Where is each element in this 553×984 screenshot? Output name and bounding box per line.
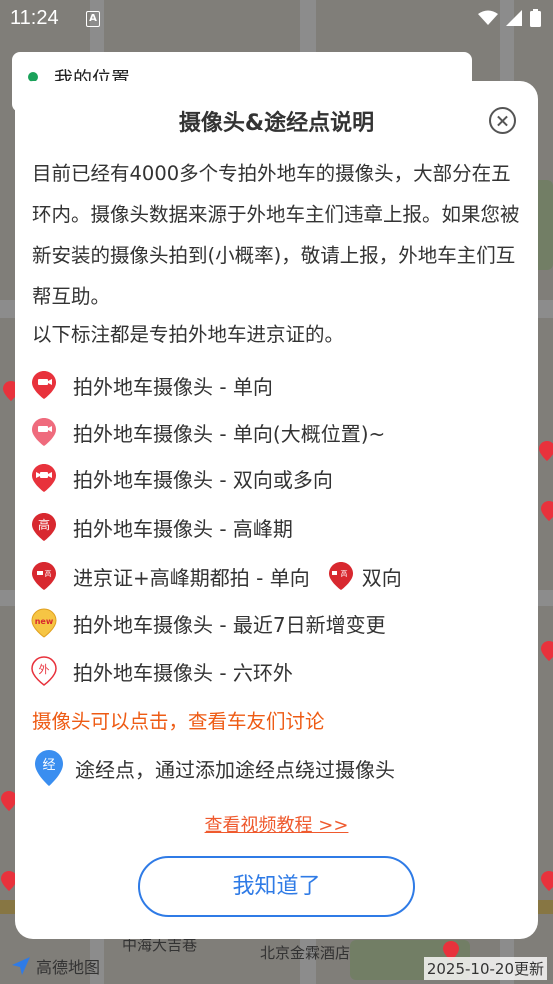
navigation-arrow-icon — [12, 957, 30, 975]
camera-info-dialog: 摄像头&途经点说明 目前已经有4000多个专拍外地车的摄像头，大部分在五环内。摄… — [15, 81, 538, 939]
legend-label: 拍外地车摄像头 - 单向(大概位置)~ — [73, 421, 386, 446]
status-bar: 11:24 A — [0, 0, 553, 38]
camera-clickable-note: 摄像头可以点击，查看车友们讨论 — [32, 710, 325, 733]
legend-label: 拍外地车摄像头 - 高峰期 — [73, 516, 293, 541]
map-logo-text: 高德地图 — [36, 958, 101, 977]
waypoint-pin-text: 经 — [42, 758, 55, 773]
battery-icon — [530, 9, 541, 27]
legend-item: 高 拍外地车摄像头 - 高峰期 — [31, 512, 293, 542]
legend-label: 拍外地车摄像头 - 最近7日新增变更 — [73, 612, 386, 637]
waypoint-pin-icon: 经 — [35, 750, 63, 786]
camera-pink-pin-icon — [32, 418, 56, 446]
legend-item: 拍外地车摄像头 - 单向 — [31, 370, 273, 400]
map-poi-label: 北京金霖酒店 — [260, 944, 351, 962]
legend-label: 拍外地车摄像头 - 双向或多向 — [73, 467, 333, 492]
legend-item: 外 拍外地车摄像头 - 六环外 — [31, 656, 293, 686]
waypoint-label: 途经点，通过添加途经点绕过摄像头 — [75, 757, 395, 782]
dialog-description-secondary: 以下标注都是专拍外地车进京证的。 — [32, 323, 345, 346]
legend-label-secondary: 双向 — [361, 565, 402, 590]
legend-item: 高 进京证+高峰期都拍 - 单向 高 双向 — [31, 561, 402, 591]
camera-marker-icon[interactable] — [540, 870, 553, 892]
legend-label: 拍外地车摄像头 - 六环外 — [73, 660, 293, 685]
pin-glyph: 高 — [38, 517, 50, 532]
status-time: 11:24 — [10, 7, 59, 29]
pin-glyph: 高 — [45, 569, 52, 578]
camera-bidirectional-pin-icon — [32, 464, 56, 492]
wifi-icon — [478, 10, 498, 25]
camera-red-pin-icon — [32, 371, 56, 399]
legend-item: new 拍外地车摄像头 - 最近7日新增变更 — [31, 608, 386, 638]
signal-icon — [506, 10, 522, 26]
pin-glyph: 高 — [340, 569, 347, 578]
camera-marker-icon[interactable] — [540, 500, 553, 522]
outside-sixth-ring-pin-icon: 外 — [31, 656, 57, 686]
peak-hour-pin-icon: 高 — [32, 513, 56, 541]
legend-item: 拍外地车摄像头 - 双向或多向 — [31, 463, 333, 493]
got-it-button[interactable]: 我知道了 — [138, 856, 415, 917]
map-logo: 高德地图 — [10, 954, 100, 978]
camera-marker-icon[interactable] — [540, 640, 553, 662]
pin-glyph: 外 — [39, 663, 50, 676]
dialog-description: 目前已经有4000多个专拍外地车的摄像头，大部分在五环内。摄像头数据来源于外地车… — [32, 162, 520, 308]
video-tutorial-link[interactable]: 查看视频教程 >> — [15, 811, 538, 837]
legend-label: 拍外地车摄像头 - 单向 — [73, 374, 273, 399]
map-update-date: 2025-10-20更新 — [423, 957, 547, 980]
waypoint-legend-item: 经 途经点，通过添加途经点绕过摄像头 — [33, 749, 395, 787]
close-icon[interactable] — [489, 107, 516, 134]
dialog-title: 摄像头&途经点说明 — [178, 111, 375, 136]
new-pin-icon: new — [31, 608, 57, 638]
camera-marker-icon[interactable] — [538, 440, 553, 462]
legend-item: 拍外地车摄像头 - 单向(大概位置)~ — [31, 417, 385, 447]
sim-icon: A — [86, 11, 100, 27]
pin-glyph: new — [35, 617, 54, 626]
permit-peak-pin-icon: 高 — [32, 562, 56, 590]
permit-peak-bidirectional-pin-icon: 高 — [328, 562, 353, 590]
legend-label: 进京证+高峰期都拍 - 单向 — [73, 565, 310, 590]
